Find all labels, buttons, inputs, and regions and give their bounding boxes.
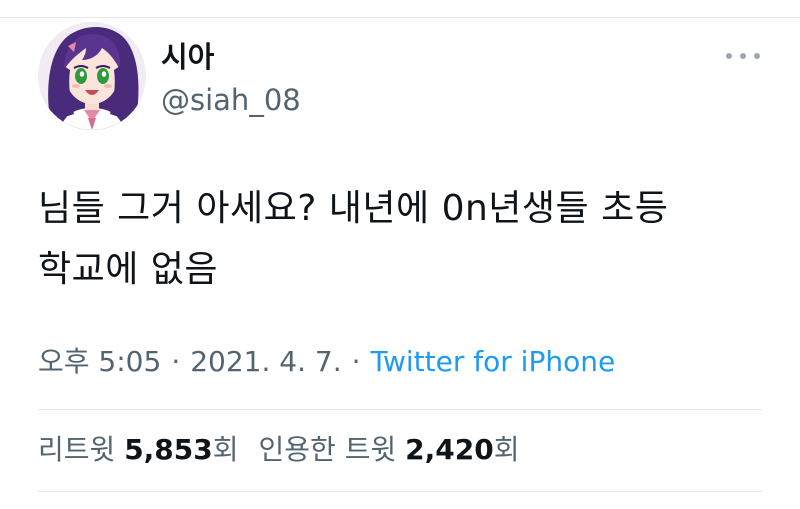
- tweet-source-link[interactable]: Twitter for iPhone: [371, 345, 616, 378]
- tweet-stats: 리트윗 5,853회 인용한 트윗 2,420회: [38, 432, 519, 468]
- tweet-header: 시아 @siah_08: [38, 22, 770, 132]
- tweet-text-line-1: 님들 그거 아세요? 내년에 0n년생들 초등: [38, 188, 669, 229]
- user-handle[interactable]: @siah_08: [161, 83, 301, 117]
- retweets-stat[interactable]: 리트윗 5,853회: [38, 433, 239, 466]
- tweet-text: 님들 그거 아세요? 내년에 0n년생들 초등 학교에 없음: [38, 178, 768, 300]
- retweets-count: 5,853: [124, 433, 213, 466]
- quotes-stat[interactable]: 인용한 트윗 2,420회: [259, 433, 520, 466]
- top-divider: [0, 17, 800, 18]
- more-horizontal-icon[interactable]: [726, 46, 760, 66]
- avatar-image: [38, 22, 146, 130]
- tweet-time[interactable]: 오후 5:05: [38, 345, 161, 378]
- meta-separator: ·: [171, 345, 181, 378]
- stats-top-divider: [38, 409, 762, 410]
- retweets-unit: 회: [212, 433, 239, 466]
- avatar[interactable]: [38, 22, 146, 130]
- meta-separator: ·: [351, 345, 361, 378]
- tweet-text-line-2: 학교에 없음: [38, 249, 219, 290]
- stats-bottom-divider: [38, 491, 762, 492]
- retweets-label: 리트윗: [38, 433, 116, 466]
- quotes-label: 인용한 트윗: [258, 433, 397, 466]
- more-dot: [726, 53, 732, 59]
- more-dot: [740, 53, 746, 59]
- tweet-date[interactable]: 2021. 4. 7.: [190, 345, 341, 378]
- display-name[interactable]: 시아: [161, 40, 214, 74]
- tweet-meta: 오후 5:05 · 2021. 4. 7. · Twitter for iPhone: [38, 344, 615, 380]
- quotes-count: 2,420: [405, 433, 494, 466]
- tweet-detail: 시아 @siah_08 님들 그거 아세요? 내년에 0n년생들 초등 학교에 …: [0, 0, 800, 509]
- quotes-unit: 회: [493, 433, 520, 466]
- more-dot: [754, 53, 760, 59]
